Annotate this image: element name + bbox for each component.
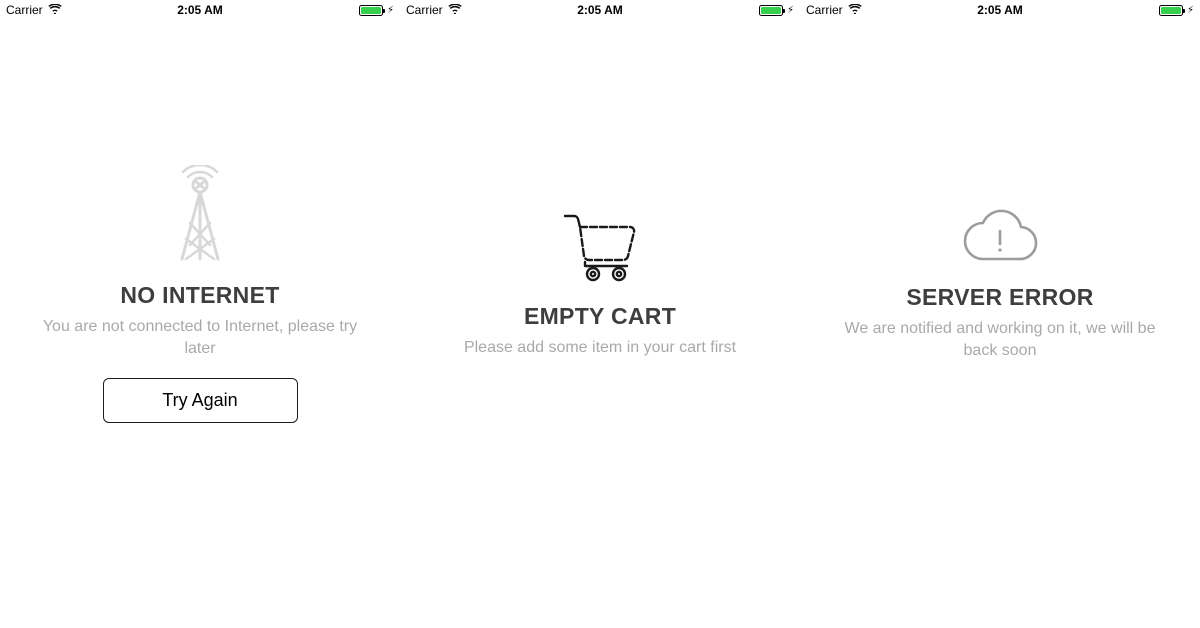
carrier-label: Carrier [406, 3, 443, 17]
screen-server-error: Carrier 2:05 AM ⚡︎ SERVER ERROR We are n… [800, 0, 1200, 628]
empty-state-title: EMPTY CART [524, 303, 676, 330]
clock-label: 2:05 AM [977, 3, 1023, 17]
empty-state-subtitle: Please add some item in your cart first [464, 337, 736, 359]
empty-state-title: SERVER ERROR [906, 284, 1093, 311]
status-bar: Carrier 2:05 AM ⚡︎ [800, 0, 1200, 20]
antenna-icon [170, 165, 230, 266]
wifi-icon [848, 4, 862, 17]
clock-label: 2:05 AM [577, 3, 623, 17]
cart-icon [561, 212, 639, 287]
wifi-icon [48, 4, 62, 17]
screen-empty-cart: Carrier 2:05 AM ⚡︎ EMPTY CART Please add… [400, 0, 800, 628]
status-bar: Carrier 2:05 AM ⚡︎ [400, 0, 800, 20]
carrier-label: Carrier [6, 3, 43, 17]
battery-icon [759, 5, 783, 16]
empty-state-subtitle: You are not connected to Internet, pleas… [40, 316, 360, 359]
status-bar: Carrier 2:05 AM ⚡︎ [0, 0, 400, 20]
charging-icon: ⚡︎ [787, 5, 794, 16]
empty-state-title: NO INTERNET [120, 282, 279, 309]
screen-no-internet: Carrier 2:05 AM ⚡︎ NO INTERNET You are n… [0, 0, 400, 628]
battery-icon [359, 5, 383, 16]
cloud-error-icon [959, 209, 1041, 268]
carrier-label: Carrier [806, 3, 843, 17]
empty-state-subtitle: We are notified and working on it, we wi… [840, 318, 1160, 361]
clock-label: 2:05 AM [177, 3, 223, 17]
try-again-button[interactable]: Try Again [103, 378, 298, 423]
charging-icon: ⚡︎ [387, 5, 394, 16]
charging-icon: ⚡︎ [1187, 5, 1194, 16]
battery-icon [1159, 5, 1183, 16]
wifi-icon [448, 4, 462, 17]
